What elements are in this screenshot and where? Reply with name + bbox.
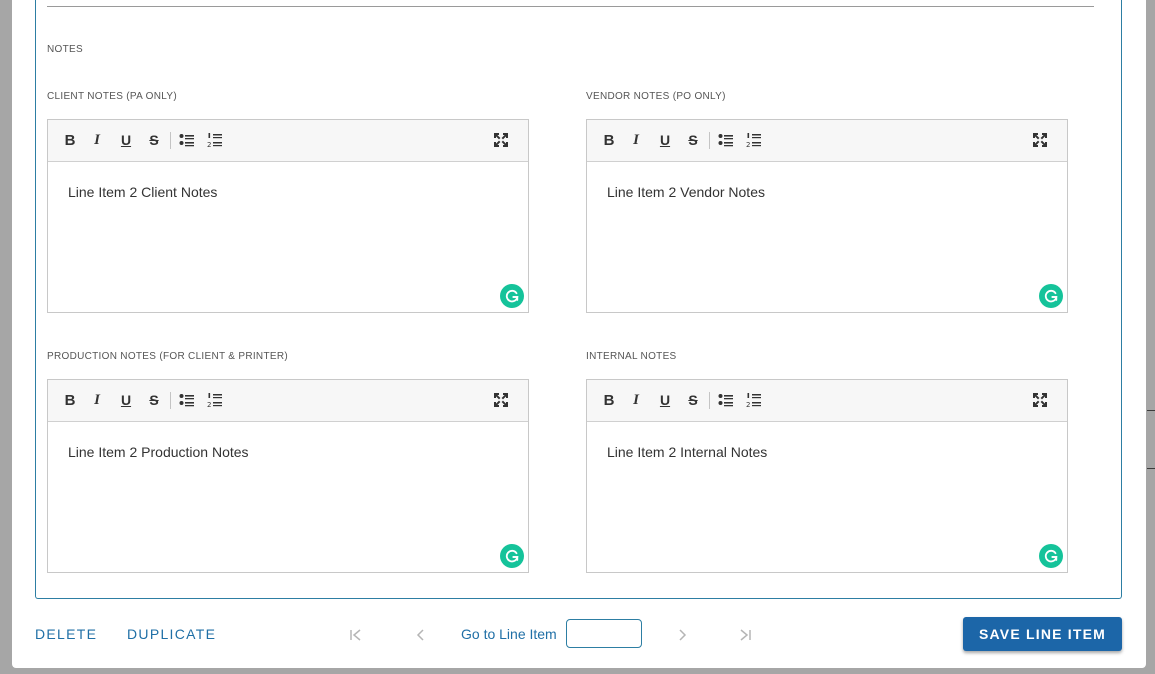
strikethrough-button[interactable]: S <box>143 129 165 151</box>
vendor-notes-text[interactable]: Line Item 2 Vendor Notes <box>607 184 765 200</box>
grammarly-icon[interactable] <box>1039 544 1063 568</box>
italic-button[interactable]: I <box>86 389 108 411</box>
underline-button[interactable]: U <box>654 129 676 151</box>
fullscreen-icon[interactable] <box>490 129 512 151</box>
goto-line-item-label: Go to Line Item <box>461 626 557 642</box>
internal-notes-editor: B I U S 2 Line Item 2 Internal Notes <box>586 379 1068 573</box>
grammarly-icon[interactable] <box>500 544 524 568</box>
goto-line-item-input[interactable] <box>566 619 642 648</box>
editor-toolbar: B I U S 2 <box>48 380 528 422</box>
svg-text:2: 2 <box>746 141 750 148</box>
line-item-modal: NOTES CLIENT NOTES (PA ONLY) B I U S 2 L… <box>12 0 1146 668</box>
numbered-list-icon[interactable]: 2 <box>743 129 765 151</box>
toolbar-separator <box>709 392 710 409</box>
fullscreen-icon[interactable] <box>1029 129 1051 151</box>
numbered-list-icon[interactable]: 2 <box>204 389 226 411</box>
toolbar-separator <box>170 132 171 149</box>
bullet-list-icon[interactable] <box>715 389 737 411</box>
italic-button[interactable]: I <box>625 129 647 151</box>
vendor-notes-editor: B I U S 2 Line Item 2 Vendor Notes <box>586 119 1068 313</box>
svg-text:2: 2 <box>207 401 211 408</box>
section-title: NOTES <box>47 44 83 55</box>
backdrop-line <box>1147 468 1155 469</box>
client-notes-editor: B I U S 2 Line Item 2 Client Notes <box>47 119 529 313</box>
fullscreen-icon[interactable] <box>1029 389 1051 411</box>
svg-text:2: 2 <box>746 401 750 408</box>
italic-button[interactable]: I <box>86 129 108 151</box>
editor-toolbar: B I U S 2 <box>587 120 1067 162</box>
delete-button[interactable]: DELETE <box>35 626 97 642</box>
internal-notes-label: INTERNAL NOTES <box>586 351 677 362</box>
editor-toolbar: B I U S 2 <box>48 120 528 162</box>
strikethrough-button[interactable]: S <box>682 389 704 411</box>
bullet-list-icon[interactable] <box>176 129 198 151</box>
bold-button[interactable]: B <box>59 129 81 151</box>
vendor-notes-label: VENDOR NOTES (PO ONLY) <box>586 91 726 102</box>
last-page-icon[interactable] <box>737 627 753 643</box>
bullet-list-icon[interactable] <box>715 129 737 151</box>
duplicate-button[interactable]: DUPLICATE <box>127 626 216 642</box>
previous-icon[interactable] <box>413 627 429 643</box>
bullet-list-icon[interactable] <box>176 389 198 411</box>
editor-toolbar: B I U S 2 <box>587 380 1067 422</box>
client-notes-label: CLIENT NOTES (PA ONLY) <box>47 91 177 102</box>
bold-button[interactable]: B <box>598 389 620 411</box>
numbered-list-icon[interactable]: 2 <box>204 129 226 151</box>
italic-button[interactable]: I <box>625 389 647 411</box>
next-icon[interactable] <box>674 627 690 643</box>
numbered-list-icon[interactable]: 2 <box>743 389 765 411</box>
svg-text:2: 2 <box>207 141 211 148</box>
production-notes-text[interactable]: Line Item 2 Production Notes <box>68 444 249 460</box>
production-notes-label: PRODUCTION NOTES (FOR CLIENT & PRINTER) <box>47 351 288 362</box>
bold-button[interactable]: B <box>598 129 620 151</box>
first-page-icon[interactable] <box>348 627 364 643</box>
fullscreen-icon[interactable] <box>490 389 512 411</box>
backdrop-line <box>1147 410 1155 411</box>
grammarly-icon[interactable] <box>1039 284 1063 308</box>
toolbar-separator <box>170 392 171 409</box>
internal-notes-text[interactable]: Line Item 2 Internal Notes <box>607 444 767 460</box>
notes-panel: NOTES CLIENT NOTES (PA ONLY) B I U S 2 L… <box>35 0 1122 599</box>
strikethrough-button[interactable]: S <box>682 129 704 151</box>
bold-button[interactable]: B <box>59 389 81 411</box>
underline-button[interactable]: U <box>115 389 137 411</box>
grammarly-icon[interactable] <box>500 284 524 308</box>
strikethrough-button[interactable]: S <box>143 389 165 411</box>
underline-button[interactable]: U <box>654 389 676 411</box>
section-divider <box>47 6 1094 7</box>
production-notes-editor: B I U S 2 Line Item 2 Production Notes <box>47 379 529 573</box>
save-line-item-button[interactable]: SAVE LINE ITEM <box>963 617 1122 651</box>
underline-button[interactable]: U <box>115 129 137 151</box>
client-notes-text[interactable]: Line Item 2 Client Notes <box>68 184 217 200</box>
toolbar-separator <box>709 132 710 149</box>
